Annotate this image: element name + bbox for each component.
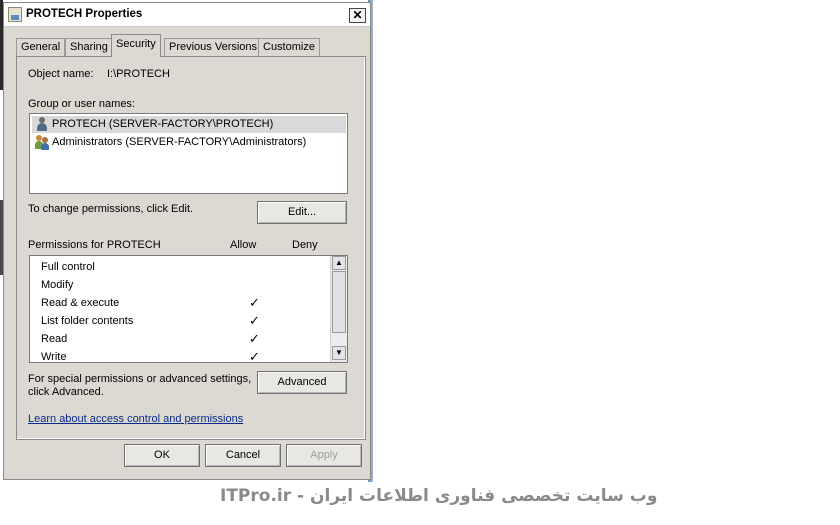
ok-button[interactable]: OK — [124, 444, 200, 467]
user-icon — [35, 117, 49, 132]
group-label: Group or user names: — [28, 98, 135, 110]
table-row: Read ✓ — [41, 330, 331, 348]
user-name: PROTECH (SERVER-FACTORY\PROTECH) — [52, 118, 274, 130]
object-name-label: Object name: — [28, 68, 94, 80]
close-button[interactable]: ✕ — [349, 8, 366, 23]
edit-button[interactable]: Edit... — [257, 201, 347, 224]
permissions-label: Permissions for PROTECH — [28, 239, 161, 251]
change-permissions-text: To change permissions, click Edit. — [28, 203, 194, 215]
table-row: Modify — [41, 276, 331, 294]
allow-check-icon: ✓ — [249, 331, 260, 346]
permissions-scrollbar[interactable]: ▲ ▼ — [330, 256, 347, 362]
user-name: Administrators (SERVER-FACTORY\Administr… — [52, 136, 307, 148]
permission-name: Full control — [41, 261, 95, 273]
permission-name: Modify — [41, 279, 74, 291]
deny-header: Deny — [292, 239, 318, 251]
permission-name: Read — [41, 333, 68, 345]
permission-name: List folder contents — [41, 315, 134, 327]
table-row: Read & execute ✓ — [41, 294, 331, 312]
tab-security[interactable]: Security — [111, 34, 161, 57]
list-item[interactable]: PROTECH (SERVER-FACTORY\PROTECH) — [32, 116, 346, 133]
watermark-text: ITPro.ir - وب سایت تخصصی فناوری اطلاعات … — [220, 486, 658, 506]
scroll-down-icon[interactable]: ▼ — [332, 346, 346, 360]
allow-check-icon: ✓ — [249, 349, 260, 363]
advanced-button[interactable]: Advanced — [257, 371, 347, 394]
list-item[interactable]: Administrators (SERVER-FACTORY\Administr… — [32, 134, 346, 151]
scroll-up-icon[interactable]: ▲ — [332, 256, 346, 270]
permissions-list[interactable]: Full control Modify Read & execute ✓ Lis… — [29, 255, 348, 363]
allow-check-icon: ✓ — [249, 313, 260, 328]
permission-name: Read & execute — [41, 297, 120, 309]
title-bar: PROTECH Properties ✕ — [4, 3, 370, 27]
tab-customize[interactable]: Customize — [258, 38, 320, 56]
allow-header: Allow — [230, 239, 257, 251]
allow-check-icon: ✓ — [249, 295, 260, 310]
drive-icon — [8, 7, 22, 22]
properties-dialog: PROTECH Properties ✕ General Sharing Sec… — [3, 2, 371, 480]
tab-sharing[interactable]: Sharing — [65, 38, 113, 56]
group-icon — [35, 135, 49, 150]
apply-button[interactable]: Apply — [286, 444, 362, 467]
table-row: Full control — [41, 258, 331, 276]
special-permissions-text-line1: For special permissions or advanced sett… — [28, 373, 252, 385]
table-row: List folder contents ✓ — [41, 312, 331, 330]
object-name-value: I:\PROTECH — [107, 68, 170, 80]
permission-name: Write — [41, 351, 67, 363]
learn-more-link[interactable]: Learn about access control and permissio… — [28, 413, 243, 425]
table-row: Write ✓ — [41, 348, 331, 363]
special-permissions-text-line2: click Advanced. — [28, 386, 104, 398]
scroll-thumb[interactable] — [332, 271, 346, 333]
window-title: PROTECH Properties — [26, 8, 143, 20]
tab-previous-versions[interactable]: Previous Versions — [164, 38, 263, 56]
cancel-button[interactable]: Cancel — [205, 444, 281, 467]
users-list[interactable]: PROTECH (SERVER-FACTORY\PROTECH) Adminis… — [29, 113, 348, 194]
security-panel: Object name: I:\PROTECH Group or user na… — [16, 56, 366, 440]
tab-general[interactable]: General — [16, 38, 66, 56]
